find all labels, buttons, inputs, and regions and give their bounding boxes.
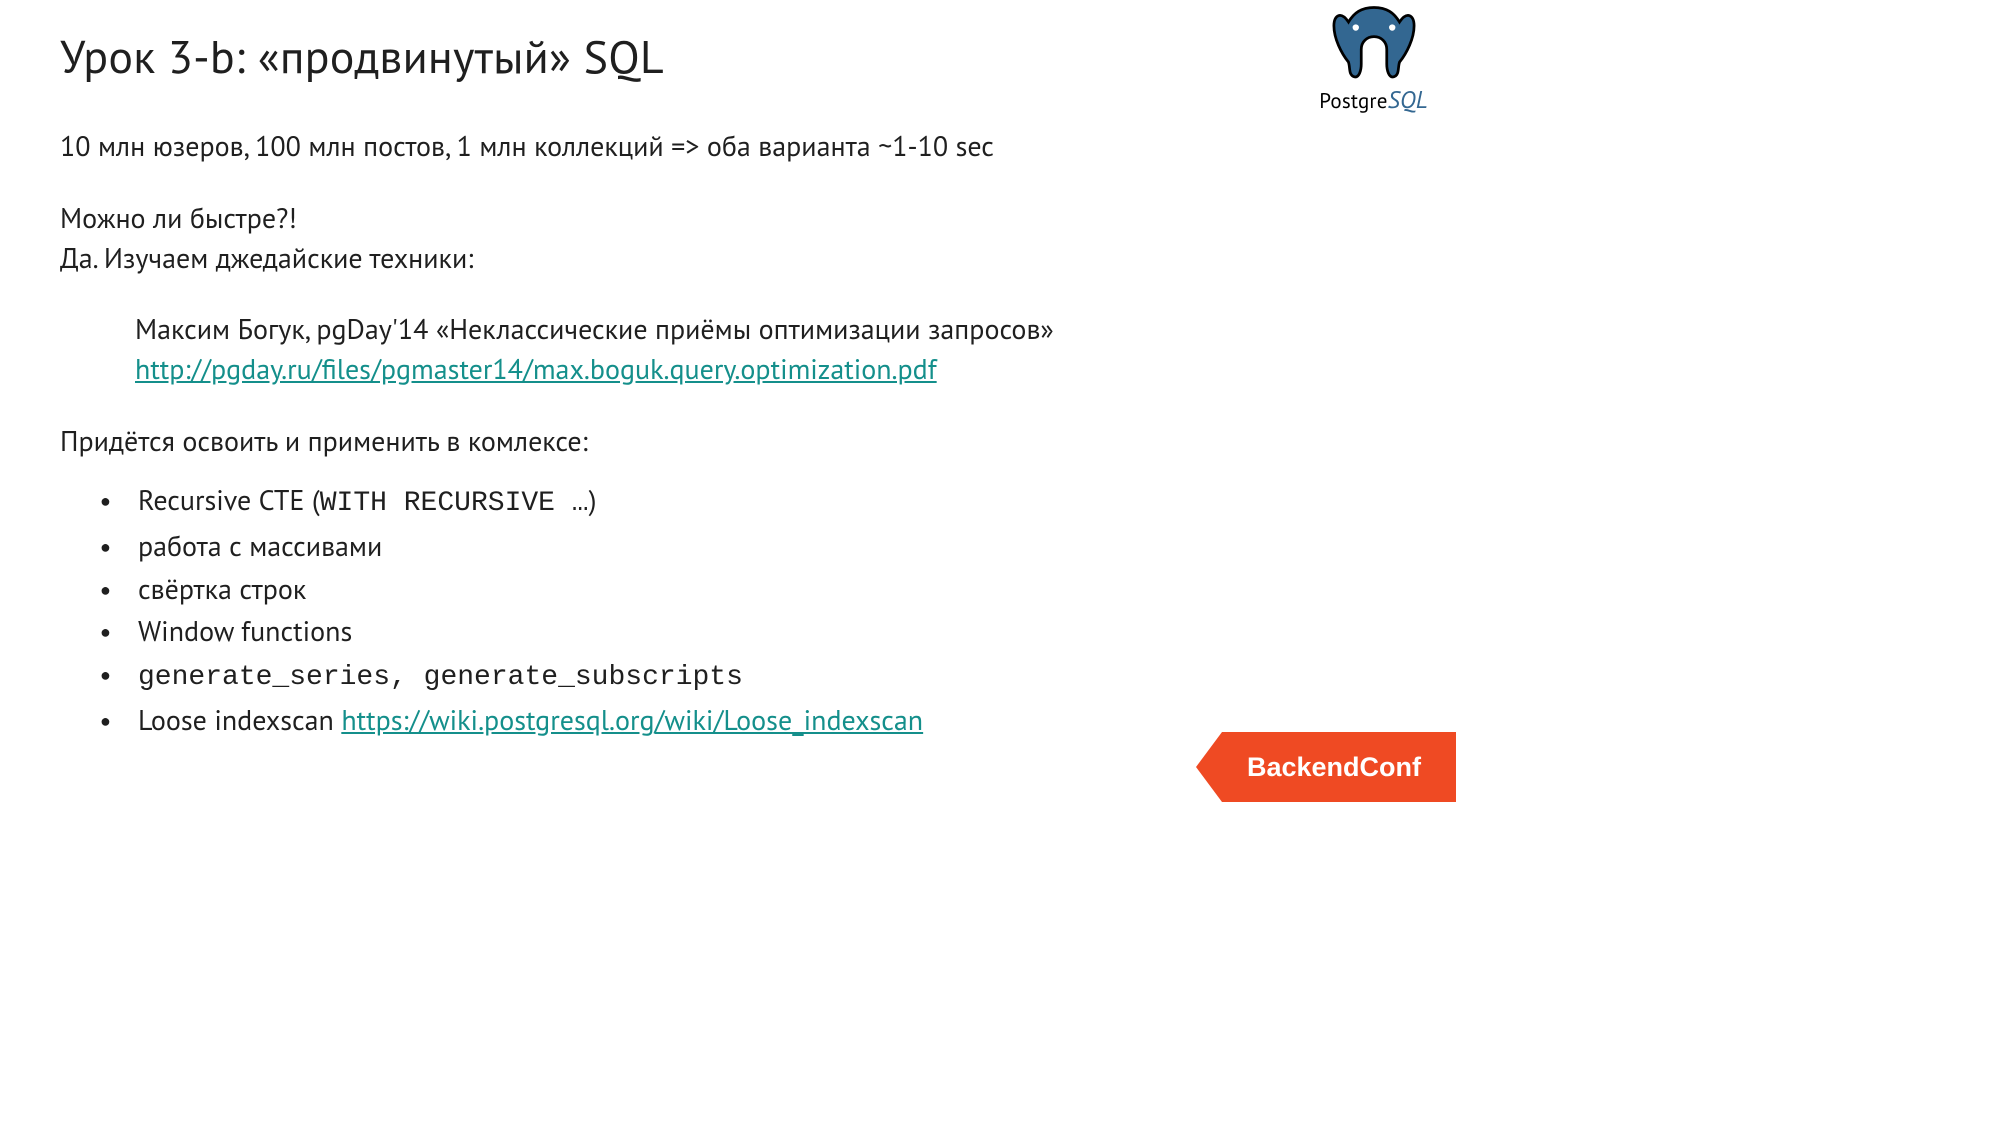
reference-text: Максим Богук, pgDay'14 «Неклассические п… (60, 309, 1396, 349)
loose-indexscan-link[interactable]: https://wiki.postgresql.org/wiki/Loose_i… (341, 701, 923, 738)
postgresql-logo: PostgreSQL (1301, 2, 1446, 115)
bullet-list: Recursive CTE (WITH RECURSIVE …) работа … (60, 479, 1396, 742)
postgresql-wordmark: PostgreSQL (1301, 84, 1446, 115)
stats-line: 10 млн юзеров, 100 млн постов, 1 млн кол… (60, 126, 1396, 166)
bullet-text: работа с массивами (138, 527, 382, 564)
bullet-text: Window functions (138, 612, 352, 649)
list-item: свёртка строк (60, 568, 1396, 611)
elephant-icon (1328, 2, 1420, 84)
bullet-text: Recursive CTE ( (138, 481, 320, 518)
slide-title: Урок 3-b: «продвинутый» SQL (60, 26, 1396, 86)
list-item: Window functions (60, 610, 1396, 653)
reference-link[interactable]: http://pgday.ru/files/pgmaster14/max.bog… (135, 350, 937, 387)
faster-answer: Да. Изучаем джедайские техники: (60, 238, 1396, 278)
complex-intro: Придётся освоить и применить в комлексе: (60, 421, 1396, 461)
backendconf-ribbon: BackendConf (1196, 732, 1456, 802)
bullet-text: свёртка строк (138, 570, 306, 607)
list-item: Recursive CTE (WITH RECURSIVE …) (60, 479, 1396, 526)
bullet-code: generate_series, generate_subscripts (138, 662, 743, 693)
list-item: работа с массивами (60, 525, 1396, 568)
list-item: Loose indexscan https://wiki.postgresql.… (60, 699, 1396, 742)
slide: PostgreSQL Урок 3-b: «продвинутый» SQL 1… (0, 0, 1456, 816)
logo-prefix: Postgre (1319, 87, 1387, 114)
faster-question: Можно ли быстре?! (60, 198, 1396, 238)
bullet-text: Loose indexscan (138, 701, 341, 738)
bullet-code: WITH RECURSIVE … (320, 488, 589, 519)
logo-suffix: SQL (1388, 84, 1428, 115)
bullet-text: ) (589, 481, 597, 518)
ribbon-label: BackendConf (1247, 752, 1421, 783)
reference-link-row: http://pgday.ru/files/pgmaster14/max.bog… (60, 349, 1396, 389)
list-item: generate_series, generate_subscripts (60, 653, 1396, 700)
